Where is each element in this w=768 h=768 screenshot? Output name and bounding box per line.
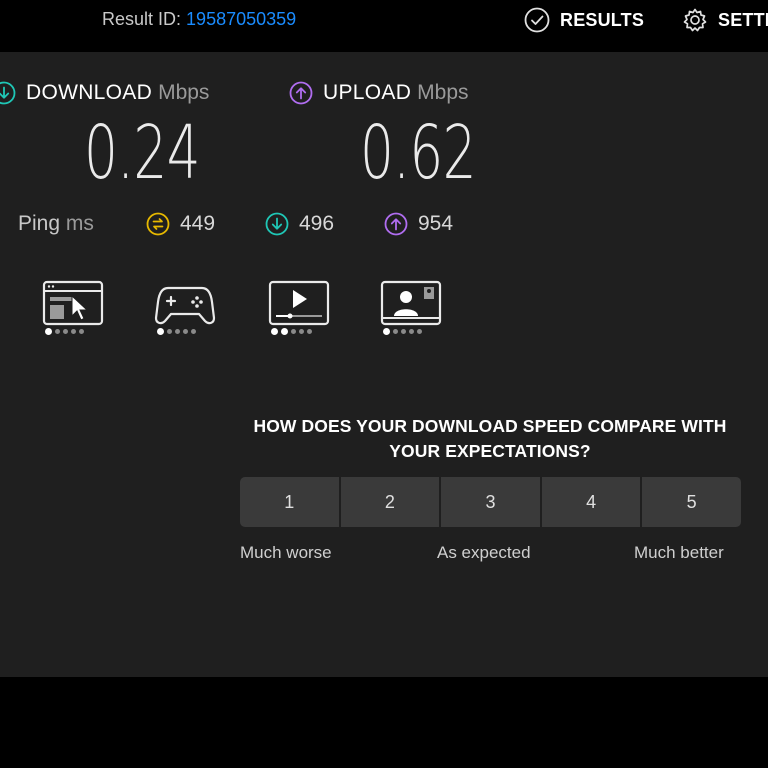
rating-dot-empty (183, 329, 188, 334)
scale-low-label: Much worse (240, 543, 332, 562)
result-id: Result ID: 19587050359 (102, 9, 296, 30)
rating-dot-filled (383, 328, 390, 335)
upload-unit: Mbps (417, 81, 469, 104)
video-streaming-rating (271, 328, 312, 335)
results-nav-button[interactable]: RESULTS (524, 6, 644, 34)
download-arrow-icon (0, 81, 16, 105)
rating-dot-empty (63, 329, 68, 334)
rating-dot-empty (409, 329, 414, 334)
ping-upload: 954 (384, 210, 453, 238)
rating-dot-empty (71, 329, 76, 334)
rating-dot-empty (79, 329, 84, 334)
rating-dot-empty (299, 329, 304, 334)
ping-unit: ms (65, 212, 94, 235)
rating-dot-empty (393, 329, 398, 334)
web-browsing-rating (45, 328, 84, 335)
ping-label-text: Ping (18, 212, 61, 235)
rating-option-4[interactable]: 4 (541, 477, 641, 527)
rating-dot-filled (271, 328, 278, 335)
ping-idle-value: 449 (180, 212, 216, 235)
results-panel: DOWNLOAD Mbps 0.24 UPLOAD Mbps 0.62 Ping… (0, 52, 768, 677)
ping-idle: 449 (146, 210, 215, 238)
download-speed-value: 0.24 (84, 110, 200, 196)
download-title: DOWNLOAD (26, 81, 153, 104)
survey-question: HOW DOES YOUR DOWNLOAD SPEED COMPARE WIT… (253, 416, 727, 461)
rating-dot-filled (281, 328, 288, 335)
upload-title: UPLOAD (323, 81, 412, 104)
result-id-label: Result ID: (102, 9, 182, 29)
idle-latency-icon (146, 212, 170, 236)
rating-dot-empty (167, 329, 172, 334)
download-latency-icon (265, 212, 289, 236)
rating-dot-filled (45, 328, 52, 335)
rating-dot-empty (291, 329, 296, 334)
rating-dot-empty (307, 329, 312, 334)
top-bar: Result ID: 19587050359 RESULTS SETTI (0, 0, 768, 52)
upload-speed-value: 0.62 (360, 110, 476, 196)
settings-label: SETTI (718, 9, 768, 30)
ping-label: Ping ms (18, 212, 94, 236)
rating-dot-empty (401, 329, 406, 334)
rating-option-1[interactable]: 1 (240, 477, 339, 527)
check-circle-icon (524, 7, 550, 33)
upload-latency-icon (384, 212, 408, 236)
results-label: RESULTS (560, 9, 645, 30)
ping-upload-value: 954 (418, 212, 454, 235)
survey-rating-options: 1 2 3 4 5 (240, 477, 741, 527)
ping-download-value: 496 (299, 212, 335, 235)
download-header: DOWNLOAD Mbps (0, 79, 209, 107)
scale-high-label: Much better (634, 543, 724, 562)
download-unit: Mbps (158, 81, 210, 104)
gaming-rating (157, 328, 196, 335)
rating-dot-filled (157, 328, 164, 335)
rating-option-2[interactable]: 2 (340, 477, 440, 527)
rating-dot-empty (191, 329, 196, 334)
rating-dot-empty (55, 329, 60, 334)
ping-download: 496 (265, 210, 334, 238)
settings-nav-button[interactable]: SETTI (682, 6, 768, 34)
upload-header: UPLOAD Mbps (289, 79, 469, 107)
rating-option-3[interactable]: 3 (441, 477, 540, 527)
gear-icon (683, 8, 707, 32)
upload-arrow-icon (289, 81, 313, 105)
scale-mid-label: As expected (437, 543, 531, 562)
rating-dot-empty (175, 329, 180, 334)
rating-dot-empty (417, 329, 422, 334)
video-chat-rating (383, 328, 422, 335)
result-id-link[interactable]: 19587050359 (186, 9, 296, 29)
rating-option-5[interactable]: 5 (642, 477, 741, 527)
